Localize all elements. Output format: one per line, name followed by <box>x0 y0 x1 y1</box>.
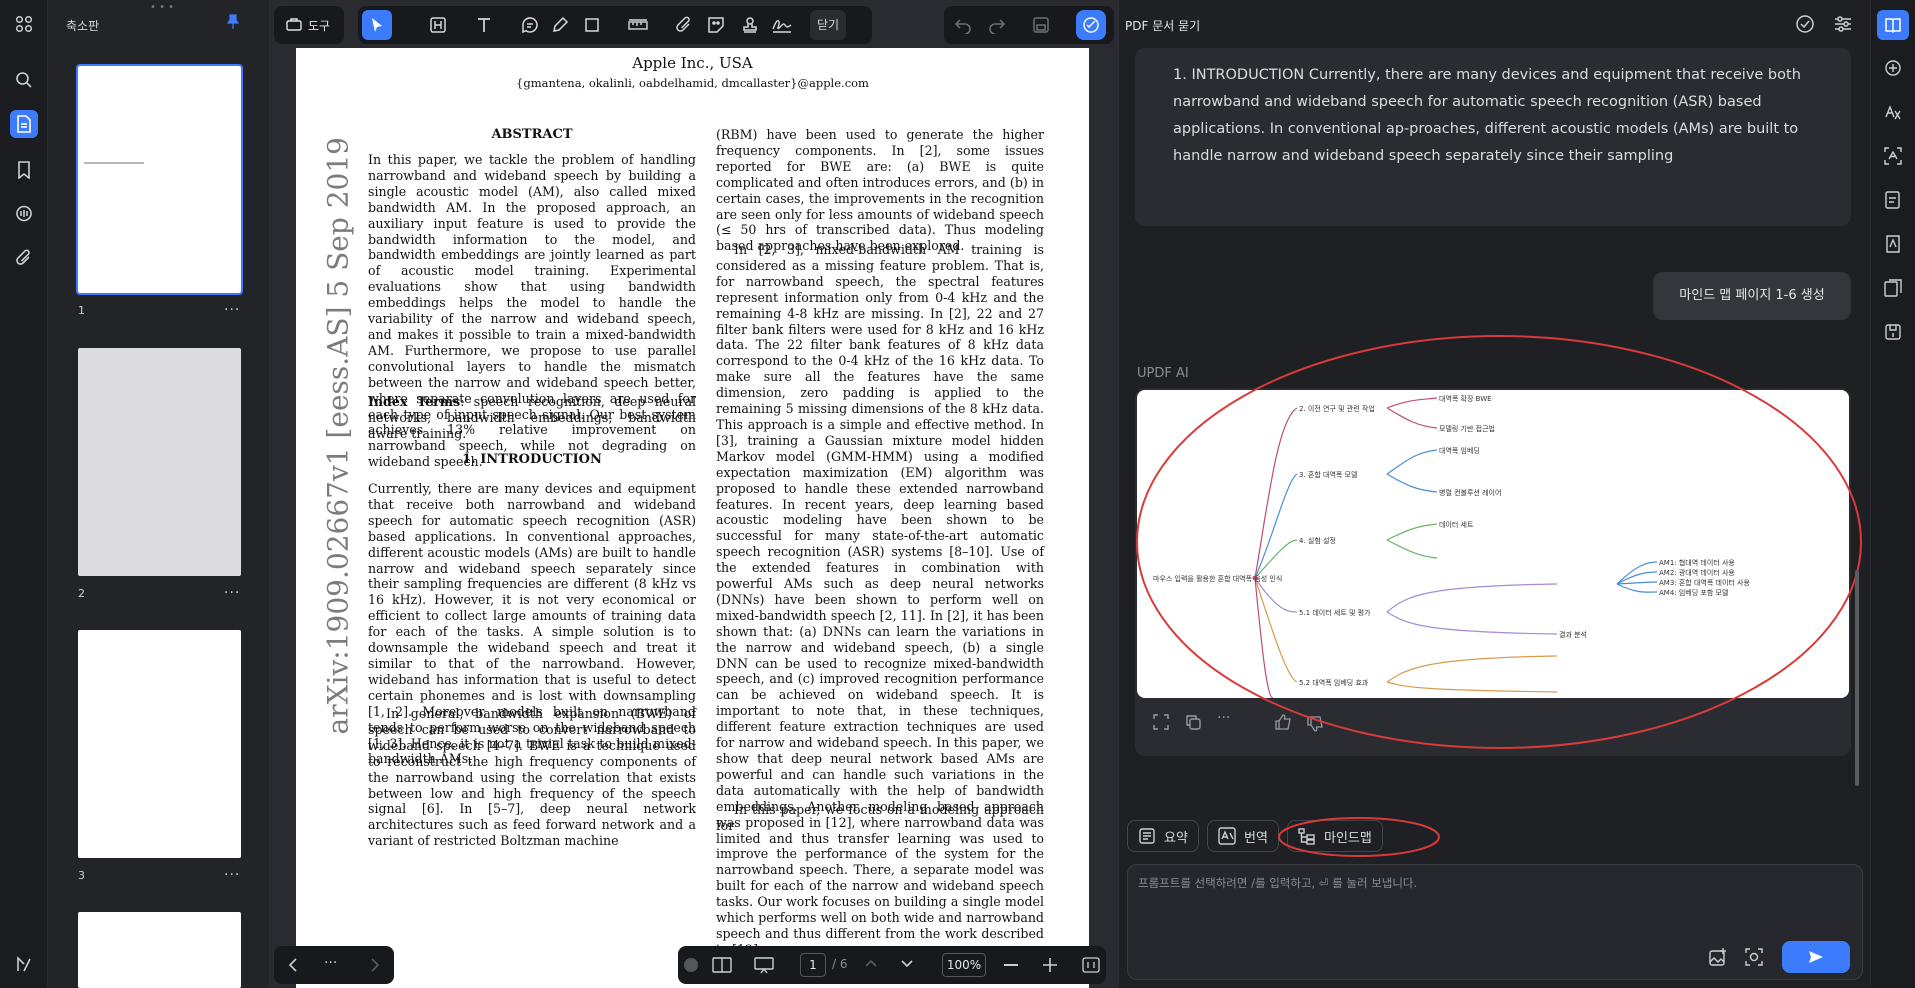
annotation-tools-group: 닫기 <box>358 6 872 44</box>
tools-menu-label: 도구 <box>308 19 331 33</box>
index-terms: Index Terms: speech recognition, deep ne… <box>368 394 696 441</box>
undo-icon[interactable] <box>954 16 972 34</box>
page-total: / 6 <box>832 957 848 971</box>
abstract-heading: ABSTRACT <box>491 127 573 142</box>
page-thumbnail-1[interactable] <box>76 64 243 295</box>
chat-scrollbar[interactable] <box>1855 570 1859 786</box>
right-icon-bar <box>1870 0 1915 988</box>
settings-sliders-icon[interactable] <box>1833 14 1853 34</box>
translate-chip[interactable]: 번역 <box>1207 820 1279 852</box>
toolbox-icon <box>286 17 302 31</box>
sticker-icon[interactable] <box>704 13 728 37</box>
intro-heading: 1. INTRODUCTION <box>462 452 602 467</box>
thumbnail-page-number: 3 <box>78 869 85 882</box>
compress-icon[interactable] <box>1881 320 1905 344</box>
text-box-tool-icon[interactable] <box>426 13 450 37</box>
page-thumbnail-2[interactable] <box>78 348 241 576</box>
send-button[interactable] <box>1782 941 1850 973</box>
ai-response-card: 1. INTRODUCTION Currently, there are man… <box>1135 48 1851 226</box>
stamp-icon[interactable] <box>738 13 762 37</box>
redo-icon[interactable] <box>988 16 1006 34</box>
ocr-icon[interactable] <box>1881 144 1905 168</box>
summary-chip[interactable]: 요약 <box>1127 820 1199 852</box>
page-thumbnail-3[interactable] <box>78 630 241 858</box>
thumbnails-icon[interactable] <box>10 110 38 138</box>
thumbnail-panel: 축소판 • • • 1 ··· 2 ··· 3 ··· <box>48 0 270 988</box>
add-image-icon[interactable] <box>1708 947 1728 967</box>
zoom-level-input[interactable]: 100% <box>942 953 986 977</box>
attachment-icon[interactable] <box>10 244 38 272</box>
page-number-input[interactable]: 1 <box>800 953 826 977</box>
page-up-icon[interactable] <box>864 958 878 968</box>
thumbnail-more-button[interactable]: ··· <box>224 585 240 601</box>
screenshot-icon[interactable] <box>1744 947 1764 967</box>
fit-page-icon[interactable] <box>1082 957 1100 973</box>
collapse-icon[interactable] <box>684 958 698 972</box>
ai-assistant-icon[interactable] <box>1076 10 1106 40</box>
left-rail <box>0 0 48 988</box>
tools-menu-button[interactable]: 도구 <box>274 6 344 44</box>
search-icon[interactable] <box>10 66 38 94</box>
column2-paragraph-2: In [2, 3], mixed-bandwidth AM training i… <box>716 242 1044 957</box>
prev-arrow-icon[interactable] <box>288 957 298 973</box>
highlighter-icon[interactable] <box>548 13 572 37</box>
prompt-placeholder: 프롬프트를 선택하려면 /를 입력하고, ⏎ 를 눌러 보냅니다. <box>1138 876 1418 890</box>
translate-icon <box>1218 827 1236 845</box>
measure-tool-icon[interactable] <box>626 13 650 37</box>
signature-icon[interactable] <box>770 13 794 37</box>
author-affiliation: Apple Inc., USA <box>632 54 753 72</box>
close-tools-button[interactable]: 닫기 <box>810 10 846 40</box>
thumbnail-more-button[interactable]: ··· <box>224 867 240 883</box>
zoom-in-icon[interactable] <box>1042 957 1058 973</box>
text-tool-icon[interactable] <box>472 13 496 37</box>
next-arrow-icon[interactable] <box>370 957 380 973</box>
ai-response-text: 1. INTRODUCTION Currently, there are man… <box>1173 67 1801 164</box>
thumbnail-page-number: 1 <box>78 304 85 317</box>
annotation-ellipse <box>1136 335 1862 749</box>
pin-icon[interactable] <box>226 14 240 30</box>
pdf-page: arXiv:1909.02667v1 [eess.AS] 5 Sep 2019 … <box>296 48 1089 988</box>
ai-chat-panel-icon[interactable] <box>1877 10 1909 40</box>
column2-paragraph-1: (RBM) have been used to generate the hig… <box>716 127 1044 254</box>
presentation-icon[interactable] <box>754 956 774 974</box>
drag-handle-icon[interactable]: • • • <box>150 2 174 13</box>
page-nav-left-group: ··· <box>274 946 394 984</box>
thumbnail-more-button[interactable]: ··· <box>224 302 240 318</box>
user-message-bubble: 마인드 맵 페이지 1-6 생성 <box>1653 272 1851 320</box>
thumbnail-page-number: 2 <box>78 587 85 600</box>
comment-icon[interactable] <box>10 200 38 228</box>
page-down-icon[interactable] <box>900 959 914 969</box>
history-icon[interactable] <box>1795 14 1815 34</box>
page-layout-icon[interactable] <box>712 956 732 974</box>
page-thumbnail-4[interactable] <box>78 912 241 988</box>
page-controls-group: 1 / 6 100% <box>678 946 1106 984</box>
ai-panel-title: PDF 문서 묻기 <box>1125 19 1201 33</box>
column2-paragraph-3: In this paper, we focus on a modeling ap… <box>716 802 1044 833</box>
comment-tool-icon[interactable] <box>518 13 542 37</box>
more-menu-button[interactable]: ··· <box>324 955 337 971</box>
annotation-ellipse <box>1278 817 1440 857</box>
shape-tool-icon[interactable] <box>580 13 604 37</box>
bookmark-icon[interactable] <box>10 156 38 184</box>
save-icon[interactable] <box>1032 16 1050 34</box>
arxiv-stamp: arXiv:1909.02667v1 [eess.AS] 5 Sep 2019 <box>321 137 355 735</box>
select-tool-icon[interactable] <box>362 10 392 40</box>
organize-pages-icon[interactable] <box>1881 276 1905 300</box>
history-tools-group <box>944 6 1114 44</box>
convert-pdf-icon[interactable] <box>1881 188 1905 212</box>
author-emails: {gmantena, okalinli, oabdelhamid, dmcall… <box>516 76 869 90</box>
send-icon <box>1809 951 1823 963</box>
attach-tool-icon[interactable] <box>672 13 696 37</box>
ai-sparkle-icon[interactable] <box>1881 56 1905 80</box>
prompt-input[interactable]: 프롬프트를 선택하려면 /를 입력하고, ⏎ 를 눌러 보냅니다. <box>1127 864 1863 980</box>
zoom-out-icon[interactable] <box>1004 964 1018 966</box>
grid-menu-icon[interactable] <box>10 10 38 38</box>
translate-page-icon[interactable] <box>1881 100 1905 124</box>
summary-icon <box>1139 828 1155 844</box>
pdf-a-icon[interactable] <box>1881 232 1905 256</box>
intro-paragraph-2: In general, bandwidth expansion (BWE) of… <box>368 706 696 849</box>
thumbnail-panel-title: 축소판 <box>66 19 100 33</box>
ai-chat-panel: PDF 문서 묻기 1. INTRODUCTION Currently, the… <box>1118 0 1870 988</box>
theme-icon[interactable] <box>10 950 38 978</box>
